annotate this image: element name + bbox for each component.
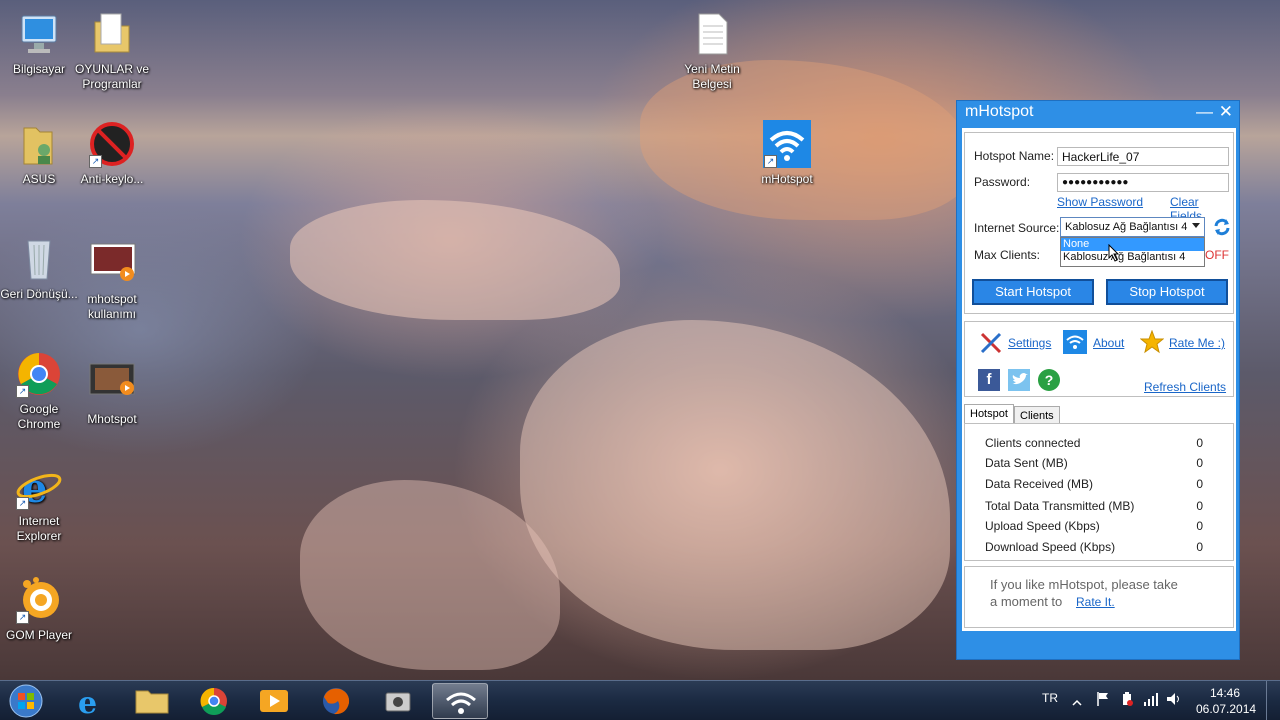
gom-player-icon: ↗ <box>14 576 64 624</box>
stat-data-sent: Data Sent (MB) 0 <box>985 456 1203 470</box>
desktop-icon-yeni-metin[interactable]: Yeni Metin Belgesi <box>673 10 751 92</box>
shortcut-arrow-icon: ↗ <box>16 611 29 624</box>
desktop-icon-mhotspot-video[interactable]: Mhotspot <box>73 360 151 427</box>
star-icon <box>1139 329 1165 358</box>
promo-text-line1: If you like mHotspot, please take <box>990 577 1178 592</box>
internet-source-value: Kablosuz Ağ Bağlantısı 4 <box>1065 221 1188 233</box>
desktop-icon-bilgisayar[interactable]: Bilgisayar <box>0 10 78 77</box>
taskbar-file-explorer[interactable] <box>124 683 180 719</box>
internet-source-select[interactable]: Kablosuz Ağ Bağlantısı 4 <box>1060 217 1205 237</box>
video-file-icon <box>87 240 137 288</box>
show-password-link[interactable]: Show Password <box>1057 195 1143 209</box>
wallpaper-terrace <box>300 480 560 670</box>
window-title: mHotspot <box>965 103 1034 120</box>
wallpaper-terrace <box>520 320 950 650</box>
mhotspot-window: mHotspot — ✕ Hotspot Name: HackerLife_07… <box>956 100 1240 660</box>
wallpaper-terrace <box>290 200 620 320</box>
dropdown-option-none[interactable]: None <box>1061 238 1204 251</box>
close-button[interactable]: ✕ <box>1219 102 1233 122</box>
taskbar-mhotspot[interactable] <box>432 683 488 719</box>
shortcut-arrow-icon: ↗ <box>89 155 102 168</box>
internet-source-dropdown: None Kablosuz Ağ Bağlantısı 4 <box>1060 237 1205 267</box>
password-label: Password: <box>974 175 1031 189</box>
desktop-icon-asus[interactable]: ASUS <box>0 120 78 187</box>
about-link[interactable]: About <box>1093 336 1124 350</box>
links-panel: Settings About Rate Me :) f ? Refresh Cl… <box>964 321 1234 397</box>
shortcut-arrow-icon: ↗ <box>16 497 29 510</box>
stats-panel: Clients connected 0 Data Sent (MB) 0 Data … <box>964 423 1234 561</box>
hotspot-name-label: Hotspot Name: <box>974 149 1055 163</box>
rate-me-link[interactable]: Rate Me :) <box>1169 336 1225 350</box>
folder-icon <box>87 10 137 58</box>
start-button[interactable] <box>6 683 46 719</box>
tab-clients[interactable]: Clients <box>1014 406 1060 424</box>
desktop-icon-google-chrome[interactable]: ↗ Google Chrome <box>0 350 78 432</box>
computer-icon <box>14 10 64 58</box>
promo-panel: If you like mHotspot, please take a mome… <box>964 566 1234 628</box>
window-client-area: Hotspot Name: HackerLife_07 Password: ●●… <box>962 128 1236 631</box>
recycle-bin-icon <box>14 235 64 283</box>
desktop-icon-gom-player[interactable]: ↗ GOM Player <box>0 576 78 643</box>
user-folder-icon <box>14 120 64 168</box>
tab-hotspot[interactable]: Hotspot <box>964 404 1014 424</box>
wifi-icon: ↗ <box>762 120 812 168</box>
dropdown-option-kablosuz[interactable]: Kablosuz Ağ Bağlantısı 4 <box>1061 251 1204 264</box>
settings-link[interactable]: Settings <box>1008 336 1051 350</box>
taskbar-screenshot-tool[interactable] <box>370 683 426 719</box>
taskbar-internet-explorer[interactable]: e <box>62 683 118 720</box>
promo-text-line2: a moment to <box>990 594 1063 609</box>
start-hotspot-button[interactable]: Start Hotspot <box>972 279 1094 305</box>
volume-icon[interactable] <box>1166 691 1182 711</box>
refresh-source-icon[interactable] <box>1213 217 1231 241</box>
svg-text:e: e <box>78 686 97 719</box>
anti-keylogger-icon: ↗ <box>87 120 137 168</box>
clock-date[interactable]: 06.07.2014 <box>1196 702 1256 716</box>
stat-clients-connected: Clients connected 0 <box>985 436 1203 450</box>
shortcut-arrow-icon: ↗ <box>16 385 29 398</box>
text-document-icon <box>687 10 737 58</box>
language-indicator[interactable]: TR <box>1042 691 1058 705</box>
power-icon[interactable] <box>1120 691 1134 711</box>
desktop-icon-recycle-bin[interactable]: Geri Dönüşü... <box>0 235 78 302</box>
stat-upload-speed: Upload Speed (Kbps) 0 <box>985 519 1203 533</box>
stat-data-received: Data Received (MB) 0 <box>985 477 1203 491</box>
about-wifi-icon <box>1063 330 1087 358</box>
shortcut-arrow-icon: ↗ <box>764 155 777 168</box>
chevron-down-icon <box>1192 223 1200 228</box>
minimize-button[interactable]: — <box>1196 102 1213 122</box>
facebook-icon[interactable]: f <box>978 369 1000 391</box>
stat-download-speed: Download Speed (Kbps) 0 <box>985 540 1203 554</box>
rate-it-link[interactable]: Rate It. <box>1076 595 1115 609</box>
taskbar: e TR 14:46 06.07.2014 <box>0 680 1280 720</box>
taskbar-media-player[interactable] <box>246 683 302 719</box>
tray-expand-icon[interactable] <box>1072 693 1082 712</box>
settings-icon <box>979 331 1003 359</box>
wifi-signal-icon[interactable] <box>1143 691 1159 711</box>
mouse-cursor-icon <box>1108 243 1120 266</box>
taskbar-firefox[interactable] <box>308 683 364 719</box>
show-desktop-button[interactable] <box>1266 681 1280 720</box>
off-status-label: OFF <box>1205 248 1229 262</box>
help-icon[interactable]: ? <box>1038 369 1060 391</box>
action-center-flag-icon[interactable] <box>1096 691 1110 711</box>
hotspot-name-input[interactable]: HackerLife_07 <box>1057 147 1229 166</box>
internet-source-label: Internet Source: <box>974 221 1060 235</box>
internet-explorer-icon: e ↗ <box>14 462 64 512</box>
window-titlebar[interactable]: mHotspot — ✕ <box>957 101 1239 125</box>
desktop-icon-mhotspot[interactable]: ↗ mHotspot <box>748 120 826 187</box>
taskbar-chrome[interactable] <box>186 683 242 719</box>
twitter-icon[interactable] <box>1008 369 1030 391</box>
stop-hotspot-button[interactable]: Stop Hotspot <box>1106 279 1228 305</box>
desktop-icon-internet-explorer[interactable]: e ↗ Internet Explorer <box>0 462 78 544</box>
max-clients-label: Max Clients: <box>974 248 1041 262</box>
desktop-icon-oyunlar[interactable]: OYUNLAR ve Programlar <box>73 10 151 92</box>
desktop-icon-anti-keylogger[interactable]: ↗ Anti-keylo... <box>73 120 151 187</box>
password-input[interactable]: ●●●●●●●●●●● <box>1057 173 1229 192</box>
chrome-icon: ↗ <box>14 350 64 398</box>
video-file-icon <box>87 360 137 408</box>
stat-total-data: Total Data Transmitted (MB) 0 <box>985 499 1203 513</box>
refresh-clients-link[interactable]: Refresh Clients <box>1144 380 1226 394</box>
clock-time[interactable]: 14:46 <box>1210 686 1240 700</box>
desktop-icon-mhotspot-kullanimi[interactable]: mhotspot kullanımı <box>73 240 151 322</box>
